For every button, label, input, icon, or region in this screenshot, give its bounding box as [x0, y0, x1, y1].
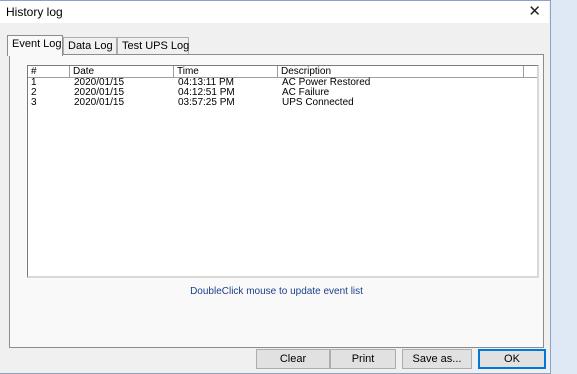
tab-panel-event-log: # Date Time Description 1 2020/01/15 04:…: [9, 54, 544, 348]
title-bar: History log ✕: [0, 1, 549, 23]
column-header-time[interactable]: Time: [174, 66, 278, 77]
close-icon[interactable]: ✕: [528, 3, 541, 20]
event-list[interactable]: # Date Time Description 1 2020/01/15 04:…: [27, 65, 539, 278]
tab-event-log[interactable]: Event Log: [7, 35, 63, 56]
table-row[interactable]: 3 2020/01/15 03:57:25 PM UPS Connected: [28, 98, 537, 108]
window-title: History log: [6, 5, 63, 19]
print-button[interactable]: Print: [330, 349, 396, 369]
column-header-date[interactable]: Date: [70, 66, 174, 77]
clear-button[interactable]: Clear: [256, 349, 330, 369]
column-header-number[interactable]: #: [28, 66, 70, 77]
tab-data-log[interactable]: Data Log: [63, 37, 117, 55]
refresh-hint: DoubleClick mouse to update event list: [190, 286, 363, 297]
ok-button[interactable]: OK: [478, 349, 546, 369]
tab-test-ups-log[interactable]: Test UPS Log: [117, 37, 189, 55]
cell-number: 3: [31, 97, 37, 108]
history-log-dialog: History log ✕ Event Log Data Log Test UP…: [0, 0, 551, 374]
save-as-button[interactable]: Save as...: [402, 349, 472, 369]
column-header-description[interactable]: Description: [278, 66, 524, 77]
cell-description: UPS Connected: [282, 97, 354, 108]
cell-date: 2020/01/15: [74, 97, 125, 108]
cell-time: 03:57:25 PM: [178, 97, 235, 108]
